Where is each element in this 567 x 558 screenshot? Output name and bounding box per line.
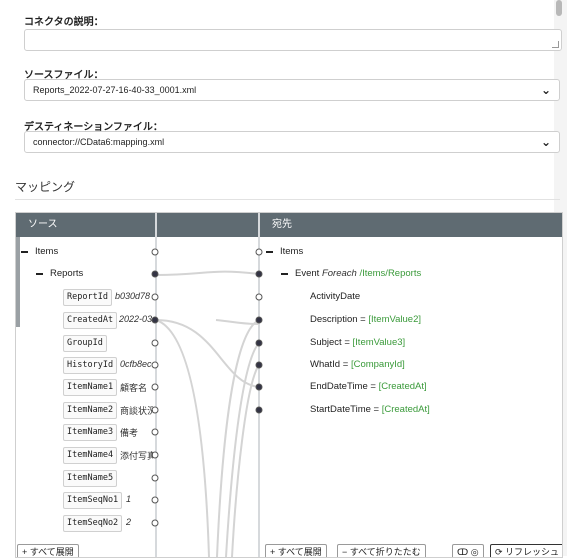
source-field[interactable]: ItemName3 xyxy=(63,424,118,441)
dest-field-name: Description xyxy=(310,314,358,325)
chevron-down-icon: ⌄ xyxy=(540,83,551,97)
description-textarea[interactable] xyxy=(24,29,562,51)
dest-field-value: [ItemValue2] xyxy=(368,314,422,325)
dest-field[interactable]: StartDateTime = [CreatedAt] xyxy=(310,404,430,415)
dest-field-value: [ItemValue3] xyxy=(352,337,406,348)
dest-event-node[interactable]: Event Foreach /Items/Reports xyxy=(295,268,421,279)
source-field[interactable]: ReportId xyxy=(63,289,112,306)
collapse-icon[interactable] xyxy=(36,273,43,275)
mapping-panel: ソース 宛先 Items Reports ReportId b030d78 Cr… xyxy=(15,212,563,558)
page-scrollbar-thumb[interactable] xyxy=(556,0,562,16)
dest-field-value: [CreatedAt] xyxy=(381,404,430,415)
collapse-icon[interactable] xyxy=(266,251,273,253)
dest-field-eq: = xyxy=(373,404,380,415)
dest-field-name: Subject xyxy=(310,337,342,348)
source-field-value: 添付写真 xyxy=(120,451,153,461)
dest-field[interactable]: ActivityDate xyxy=(310,291,360,302)
dest-field-eq: = xyxy=(370,381,376,392)
dest-field-eq: = xyxy=(342,359,349,370)
source-field[interactable]: GroupId xyxy=(63,335,107,352)
dest-field[interactable]: EndDateTime = [CreatedAt] xyxy=(310,381,427,392)
dest-field[interactable]: Description = [ItemValue2] xyxy=(310,314,421,325)
source-field[interactable]: ItemName4 xyxy=(63,447,118,464)
source-field[interactable]: ItemName2 xyxy=(63,402,118,419)
source-file-select[interactable]: Reports_2022-07-27-16-40-33_0001.xml ⌄ xyxy=(24,79,560,101)
source-file-value: Reports_2022-07-27-16-40-33_0001.xml xyxy=(33,85,197,95)
source-field[interactable]: ItemName1 xyxy=(63,379,118,396)
divider xyxy=(15,199,560,200)
source-field[interactable]: ItemName5 xyxy=(63,470,118,487)
dest-field-value: [CreatedAt] xyxy=(378,381,427,392)
dest-field-name: WhatId xyxy=(310,359,341,370)
source-field-value: 0cfb8ec xyxy=(120,359,152,369)
description-label: コネクタの説明： xyxy=(24,17,104,28)
dest-field[interactable]: Subject = [ItemValue3] xyxy=(310,337,405,348)
source-field[interactable]: HistoryId xyxy=(63,357,118,374)
mapping-title: マッピング xyxy=(15,180,76,194)
dest-field-name: ActivityDate xyxy=(310,291,361,302)
source-field[interactable]: CreatedAt xyxy=(63,312,118,329)
chevron-down-icon: ⌄ xyxy=(540,135,551,149)
dest-field-name: StartDateTime xyxy=(310,404,371,415)
dest-field[interactable]: WhatId = [CompanyId] xyxy=(310,359,405,370)
dest-file-select[interactable]: connector://CData6:mapping.xml ⌄ xyxy=(24,131,560,153)
source-root-node[interactable]: Items xyxy=(35,246,58,257)
resize-grip-icon[interactable] xyxy=(552,41,559,48)
source-field[interactable]: ItemSeqNo1 xyxy=(63,492,123,509)
foreach-label: Foreach xyxy=(321,268,357,279)
source-field-value: 1 xyxy=(126,494,132,504)
collapse-icon[interactable] xyxy=(21,251,28,253)
source-field-value: b030d78 xyxy=(115,291,151,301)
dest-field-name: EndDateTime xyxy=(310,381,368,392)
dest-field-eq: = xyxy=(360,314,366,325)
source-field-value: 2022-03 xyxy=(119,314,153,324)
event-label: Event xyxy=(295,268,320,279)
dest-field-value: [CompanyId] xyxy=(350,359,405,370)
source-field-value: 顧客名 xyxy=(120,383,148,393)
collapse-icon[interactable] xyxy=(281,273,288,275)
dest-field-eq: = xyxy=(344,337,350,348)
source-field-value: 備考 xyxy=(120,428,139,438)
source-field[interactable]: ItemSeqNo2 xyxy=(63,515,123,532)
dest-root-node[interactable]: Items xyxy=(280,246,303,257)
foreach-path: /Items/Reports xyxy=(359,268,422,279)
source-field-value: 商談状況 xyxy=(120,406,153,416)
source-field-value: 2 xyxy=(126,517,132,527)
source-child-node[interactable]: Reports xyxy=(50,268,83,279)
dest-file-value: connector://CData6:mapping.xml xyxy=(33,137,165,147)
